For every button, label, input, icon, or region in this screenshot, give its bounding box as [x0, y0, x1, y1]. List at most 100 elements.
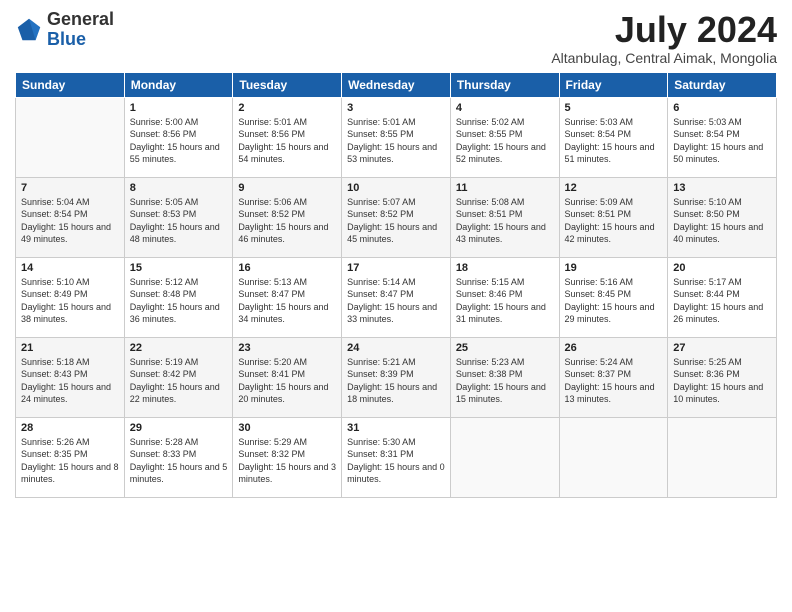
calendar-cell: 9 Sunrise: 5:06 AMSunset: 8:52 PMDayligh…: [233, 177, 342, 257]
calendar-cell: 18 Sunrise: 5:15 AMSunset: 8:46 PMDaylig…: [450, 257, 559, 337]
day-number: 27: [673, 342, 771, 354]
calendar-cell: 25 Sunrise: 5:23 AMSunset: 8:38 PMDaylig…: [450, 337, 559, 417]
day-number: 12: [565, 182, 663, 194]
day-number: 20: [673, 262, 771, 274]
day-number: 17: [347, 262, 445, 274]
calendar-cell: 4 Sunrise: 5:02 AMSunset: 8:55 PMDayligh…: [450, 97, 559, 177]
col-saturday: Saturday: [668, 72, 777, 97]
calendar-cell: 31 Sunrise: 5:30 AMSunset: 8:31 PMDaylig…: [342, 417, 451, 497]
day-info: Sunrise: 5:24 AMSunset: 8:37 PMDaylight:…: [565, 356, 663, 406]
logo-blue-text: Blue: [47, 29, 86, 49]
col-friday: Friday: [559, 72, 668, 97]
col-tuesday: Tuesday: [233, 72, 342, 97]
day-info: Sunrise: 5:10 AMSunset: 8:49 PMDaylight:…: [21, 276, 119, 326]
day-number: 11: [456, 182, 554, 194]
day-info: Sunrise: 5:18 AMSunset: 8:43 PMDaylight:…: [21, 356, 119, 406]
day-number: 10: [347, 182, 445, 194]
day-number: 14: [21, 262, 119, 274]
day-info: Sunrise: 5:20 AMSunset: 8:41 PMDaylight:…: [238, 356, 336, 406]
day-number: 26: [565, 342, 663, 354]
day-number: 3: [347, 102, 445, 114]
calendar-cell: [559, 417, 668, 497]
day-number: 15: [130, 262, 228, 274]
calendar-cell: 5 Sunrise: 5:03 AMSunset: 8:54 PMDayligh…: [559, 97, 668, 177]
calendar-cell: 20 Sunrise: 5:17 AMSunset: 8:44 PMDaylig…: [668, 257, 777, 337]
calendar-cell: 30 Sunrise: 5:29 AMSunset: 8:32 PMDaylig…: [233, 417, 342, 497]
calendar-cell: 17 Sunrise: 5:14 AMSunset: 8:47 PMDaylig…: [342, 257, 451, 337]
calendar-row-2: 14 Sunrise: 5:10 AMSunset: 8:49 PMDaylig…: [16, 257, 777, 337]
calendar-cell: 24 Sunrise: 5:21 AMSunset: 8:39 PMDaylig…: [342, 337, 451, 417]
calendar-cell: 6 Sunrise: 5:03 AMSunset: 8:54 PMDayligh…: [668, 97, 777, 177]
day-number: 2: [238, 102, 336, 114]
day-number: 6: [673, 102, 771, 114]
calendar-cell: 29 Sunrise: 5:28 AMSunset: 8:33 PMDaylig…: [124, 417, 233, 497]
calendar-cell: 7 Sunrise: 5:04 AMSunset: 8:54 PMDayligh…: [16, 177, 125, 257]
col-thursday: Thursday: [450, 72, 559, 97]
day-info: Sunrise: 5:21 AMSunset: 8:39 PMDaylight:…: [347, 356, 445, 406]
calendar-cell: 12 Sunrise: 5:09 AMSunset: 8:51 PMDaylig…: [559, 177, 668, 257]
day-info: Sunrise: 5:15 AMSunset: 8:46 PMDaylight:…: [456, 276, 554, 326]
day-info: Sunrise: 5:09 AMSunset: 8:51 PMDaylight:…: [565, 196, 663, 246]
day-number: 23: [238, 342, 336, 354]
day-number: 19: [565, 262, 663, 274]
month-year-title: July 2024: [551, 10, 777, 50]
calendar-row-4: 28 Sunrise: 5:26 AMSunset: 8:35 PMDaylig…: [16, 417, 777, 497]
day-info: Sunrise: 5:29 AMSunset: 8:32 PMDaylight:…: [238, 436, 336, 486]
day-info: Sunrise: 5:07 AMSunset: 8:52 PMDaylight:…: [347, 196, 445, 246]
col-sunday: Sunday: [16, 72, 125, 97]
title-block: July 2024 Altanbulag, Central Aimak, Mon…: [551, 10, 777, 66]
day-number: 9: [238, 182, 336, 194]
calendar-cell: 14 Sunrise: 5:10 AMSunset: 8:49 PMDaylig…: [16, 257, 125, 337]
day-info: Sunrise: 5:26 AMSunset: 8:35 PMDaylight:…: [21, 436, 119, 486]
day-info: Sunrise: 5:23 AMSunset: 8:38 PMDaylight:…: [456, 356, 554, 406]
calendar-cell: 3 Sunrise: 5:01 AMSunset: 8:55 PMDayligh…: [342, 97, 451, 177]
day-number: 18: [456, 262, 554, 274]
calendar-cell: 21 Sunrise: 5:18 AMSunset: 8:43 PMDaylig…: [16, 337, 125, 417]
day-number: 4: [456, 102, 554, 114]
day-info: Sunrise: 5:28 AMSunset: 8:33 PMDaylight:…: [130, 436, 228, 486]
calendar-table: Sunday Monday Tuesday Wednesday Thursday…: [15, 72, 777, 498]
calendar-cell: 1 Sunrise: 5:00 AMSunset: 8:56 PMDayligh…: [124, 97, 233, 177]
day-number: 22: [130, 342, 228, 354]
calendar-cell: 8 Sunrise: 5:05 AMSunset: 8:53 PMDayligh…: [124, 177, 233, 257]
col-monday: Monday: [124, 72, 233, 97]
day-info: Sunrise: 5:12 AMSunset: 8:48 PMDaylight:…: [130, 276, 228, 326]
day-info: Sunrise: 5:00 AMSunset: 8:56 PMDaylight:…: [130, 116, 228, 166]
col-wednesday: Wednesday: [342, 72, 451, 97]
calendar-cell: 27 Sunrise: 5:25 AMSunset: 8:36 PMDaylig…: [668, 337, 777, 417]
day-info: Sunrise: 5:13 AMSunset: 8:47 PMDaylight:…: [238, 276, 336, 326]
day-number: 1: [130, 102, 228, 114]
calendar-row-0: 1 Sunrise: 5:00 AMSunset: 8:56 PMDayligh…: [16, 97, 777, 177]
calendar-row-3: 21 Sunrise: 5:18 AMSunset: 8:43 PMDaylig…: [16, 337, 777, 417]
logo-general-text: General: [47, 9, 114, 29]
day-info: Sunrise: 5:08 AMSunset: 8:51 PMDaylight:…: [456, 196, 554, 246]
calendar-cell: 19 Sunrise: 5:16 AMSunset: 8:45 PMDaylig…: [559, 257, 668, 337]
day-number: 16: [238, 262, 336, 274]
day-number: 31: [347, 422, 445, 434]
day-info: Sunrise: 5:17 AMSunset: 8:44 PMDaylight:…: [673, 276, 771, 326]
day-number: 5: [565, 102, 663, 114]
calendar-cell: 11 Sunrise: 5:08 AMSunset: 8:51 PMDaylig…: [450, 177, 559, 257]
day-info: Sunrise: 5:19 AMSunset: 8:42 PMDaylight:…: [130, 356, 228, 406]
calendar-cell: [450, 417, 559, 497]
calendar-cell: 22 Sunrise: 5:19 AMSunset: 8:42 PMDaylig…: [124, 337, 233, 417]
day-info: Sunrise: 5:14 AMSunset: 8:47 PMDaylight:…: [347, 276, 445, 326]
day-number: 13: [673, 182, 771, 194]
day-info: Sunrise: 5:03 AMSunset: 8:54 PMDaylight:…: [565, 116, 663, 166]
calendar-cell: 16 Sunrise: 5:13 AMSunset: 8:47 PMDaylig…: [233, 257, 342, 337]
day-number: 7: [21, 182, 119, 194]
day-info: Sunrise: 5:04 AMSunset: 8:54 PMDaylight:…: [21, 196, 119, 246]
calendar-cell: [668, 417, 777, 497]
day-info: Sunrise: 5:02 AMSunset: 8:55 PMDaylight:…: [456, 116, 554, 166]
logo: General Blue: [15, 10, 114, 50]
day-number: 21: [21, 342, 119, 354]
day-info: Sunrise: 5:10 AMSunset: 8:50 PMDaylight:…: [673, 196, 771, 246]
day-number: 24: [347, 342, 445, 354]
calendar-cell: 15 Sunrise: 5:12 AMSunset: 8:48 PMDaylig…: [124, 257, 233, 337]
day-number: 25: [456, 342, 554, 354]
day-info: Sunrise: 5:01 AMSunset: 8:56 PMDaylight:…: [238, 116, 336, 166]
day-number: 30: [238, 422, 336, 434]
calendar-cell: 28 Sunrise: 5:26 AMSunset: 8:35 PMDaylig…: [16, 417, 125, 497]
calendar-cell: 13 Sunrise: 5:10 AMSunset: 8:50 PMDaylig…: [668, 177, 777, 257]
calendar-cell: 23 Sunrise: 5:20 AMSunset: 8:41 PMDaylig…: [233, 337, 342, 417]
